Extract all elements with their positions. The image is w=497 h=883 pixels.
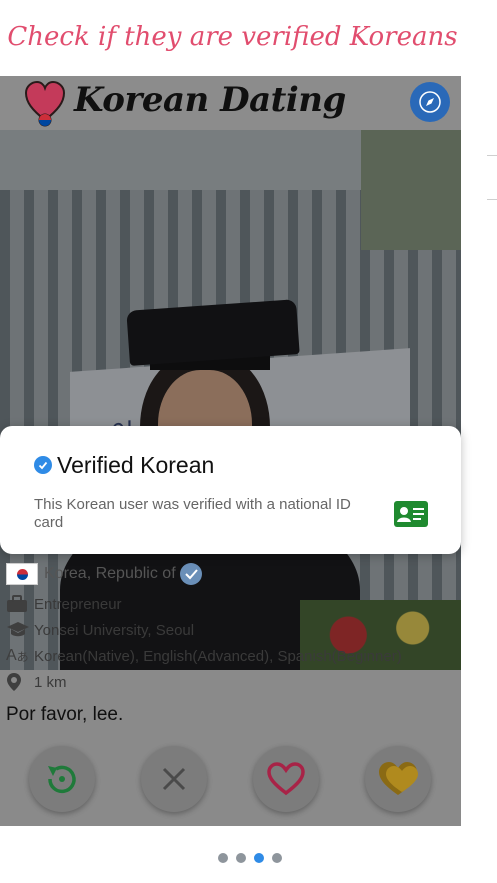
screen: Check if they are verified Koreans 이 CLA bbox=[0, 0, 497, 883]
close-icon bbox=[162, 767, 186, 791]
pass-button[interactable] bbox=[141, 746, 207, 812]
golden-heart-icon bbox=[379, 762, 418, 795]
country-row: Korea, Republic of bbox=[6, 562, 202, 586]
occupation-row: Entrepreneur bbox=[6, 592, 122, 616]
verified-check-icon bbox=[34, 456, 52, 474]
verification-description: This Korean user was verified with a nat… bbox=[34, 496, 351, 531]
distance-label: 1 km bbox=[34, 673, 67, 691]
rewind-icon bbox=[48, 765, 76, 794]
verification-title: Verified Korean bbox=[57, 452, 215, 478]
compass-icon bbox=[419, 91, 441, 113]
languages-row: Aあ Korean(Native), English(Advanced), Sp… bbox=[6, 644, 402, 668]
page-dot[interactable] bbox=[272, 853, 282, 863]
heart-logo-icon bbox=[24, 80, 66, 127]
app-title: Korean Dating bbox=[74, 80, 346, 120]
profile-photo[interactable]: 이 CLA bbox=[0, 130, 461, 670]
discover-button[interactable] bbox=[410, 82, 450, 122]
verified-badge-icon[interactable] bbox=[179, 563, 202, 585]
rewind-button[interactable] bbox=[29, 746, 95, 812]
heart-outline-icon bbox=[267, 762, 305, 796]
bio-text: Por favor, lee. bbox=[6, 704, 124, 725]
like-button[interactable] bbox=[253, 746, 319, 812]
edge-divider bbox=[487, 199, 497, 200]
page-indicator bbox=[218, 853, 282, 863]
korea-flag-icon bbox=[6, 563, 38, 585]
super-like-button[interactable] bbox=[365, 746, 431, 812]
school-label: Yonsei University, Seoul bbox=[34, 621, 195, 639]
translate-icon: Aあ bbox=[6, 647, 29, 664]
country-label: Korea, Republic of bbox=[44, 565, 176, 582]
page-dot-active[interactable] bbox=[254, 853, 264, 863]
page-dot[interactable] bbox=[236, 853, 246, 863]
graduation-cap-icon bbox=[6, 619, 32, 641]
location-pin-icon bbox=[6, 671, 32, 693]
verification-card[interactable]: Verified Korean This Korean user was ver… bbox=[0, 426, 461, 554]
id-card-icon bbox=[394, 501, 428, 527]
distance-row: 1 km bbox=[6, 670, 67, 694]
languages-label: Korean(Native), English(Advanced), Spani… bbox=[34, 647, 402, 665]
promo-caption: Check if they are verified Koreans bbox=[7, 22, 458, 52]
page-dot[interactable] bbox=[218, 853, 228, 863]
occupation-label: Entrepreneur bbox=[34, 595, 122, 613]
edge-divider bbox=[487, 155, 497, 156]
app-header: Korean Dating bbox=[0, 76, 461, 130]
briefcase-icon bbox=[6, 593, 32, 615]
school-row: Yonsei University, Seoul bbox=[6, 618, 194, 642]
photo-dim-overlay bbox=[0, 130, 461, 670]
